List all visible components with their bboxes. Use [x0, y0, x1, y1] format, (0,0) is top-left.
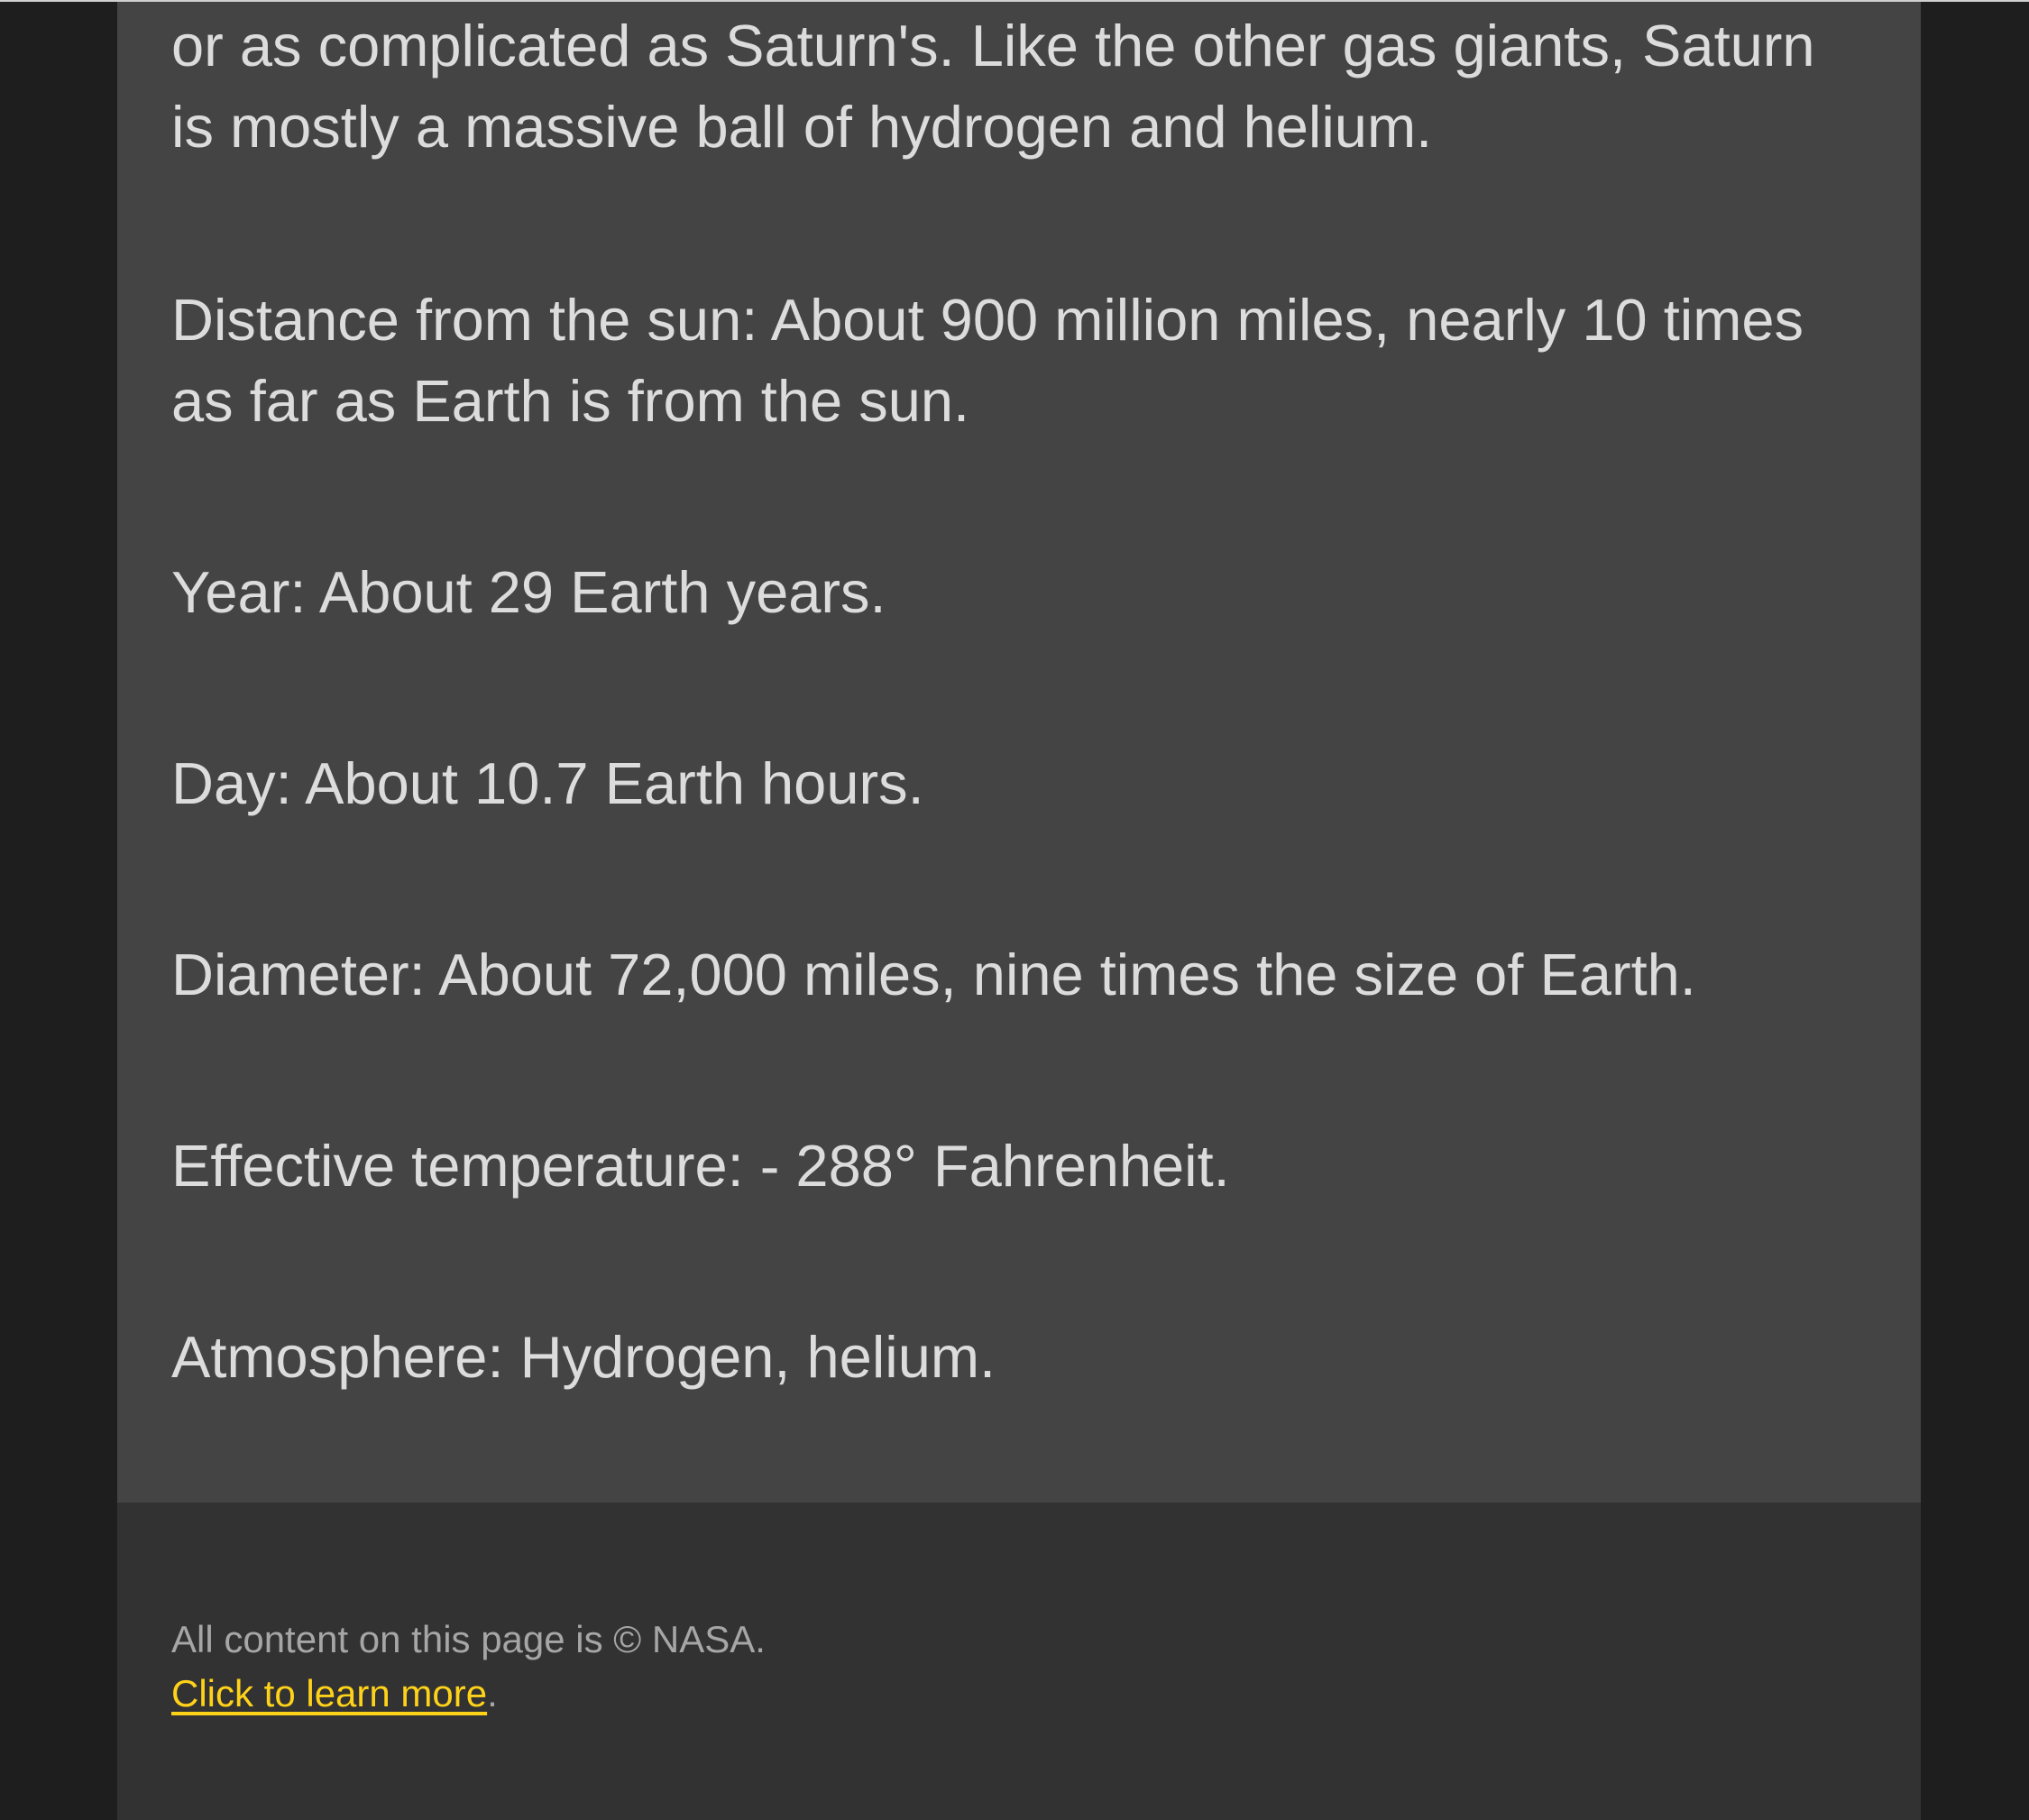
year-paragraph: Year: About 29 Earth years.	[171, 559, 886, 625]
intro-paragraph: or as complicated as Saturn's. Like the …	[171, 13, 1815, 160]
day-paragraph: Day: About 10.7 Earth hours.	[171, 750, 924, 816]
learn-more-period: .	[487, 1672, 498, 1714]
temperature-paragraph: Effective temperature: - 288° Fahrenheit…	[171, 1133, 1230, 1199]
article-panel: or as complicated as Saturn's. Like the …	[117, 2, 1921, 1503]
distance-paragraph: Distance from the sun: About 900 million…	[171, 287, 1804, 434]
footer: All content on this page is © NASA. Clic…	[117, 1503, 1921, 1820]
copyright-notice: All content on this page is © NASA.	[171, 1618, 766, 1660]
learn-more-line: Click to learn more.	[171, 1667, 766, 1721]
learn-more-link[interactable]: Click to learn more	[171, 1672, 487, 1714]
atmosphere-paragraph: Atmosphere: Hydrogen, helium.	[171, 1324, 996, 1390]
page: or as complicated as Saturn's. Like the …	[0, 0, 2029, 1820]
footer-text: All content on this page is © NASA. Clic…	[171, 1613, 766, 1721]
diameter-paragraph: Diameter: About 72,000 miles, nine times…	[171, 942, 1696, 1007]
